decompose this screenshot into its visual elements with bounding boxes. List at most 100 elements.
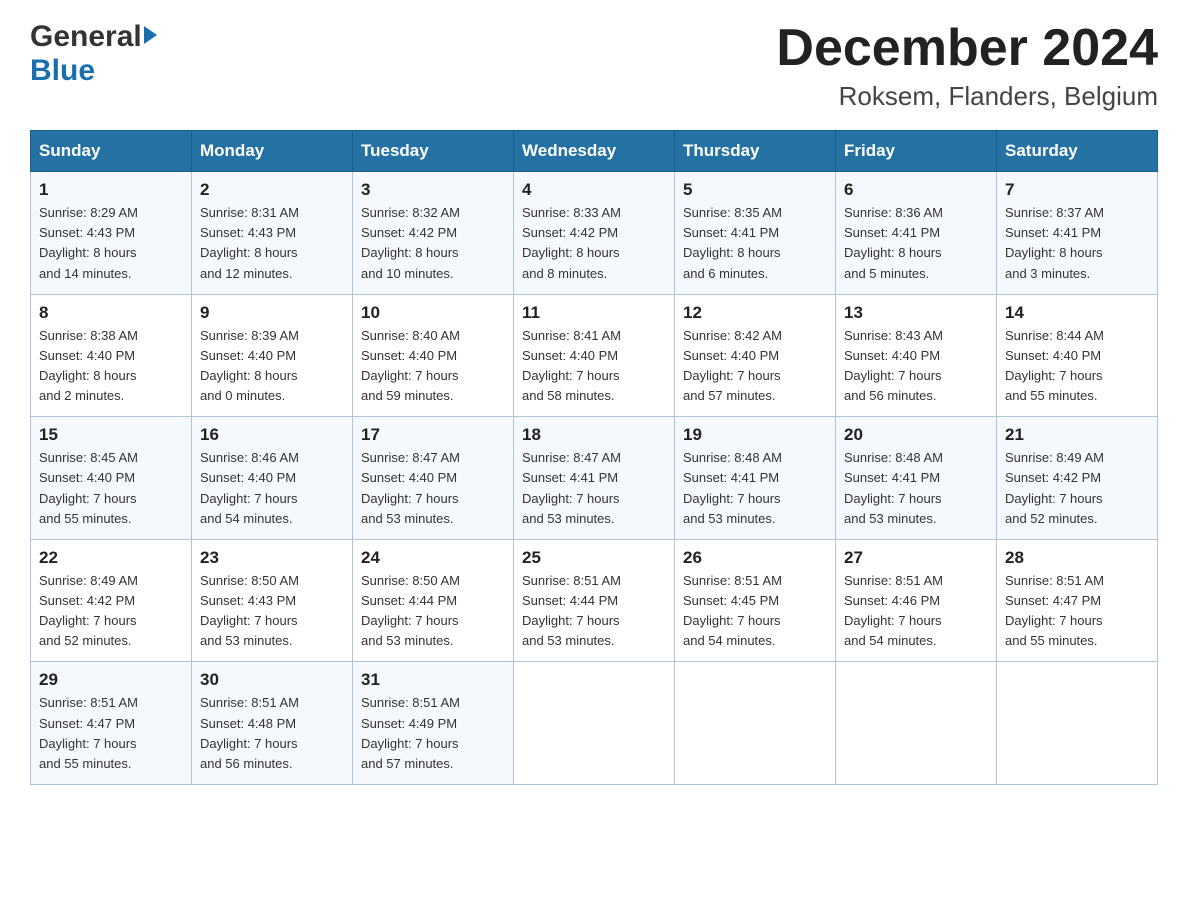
day-number: 29 [39,670,183,690]
calendar-cell: 26 Sunrise: 8:51 AMSunset: 4:45 PMDaylig… [675,539,836,662]
day-info: Sunrise: 8:49 AMSunset: 4:42 PMDaylight:… [39,573,138,648]
day-info: Sunrise: 8:32 AMSunset: 4:42 PMDaylight:… [361,205,460,280]
day-info: Sunrise: 8:36 AMSunset: 4:41 PMDaylight:… [844,205,943,280]
day-number: 14 [1005,303,1149,323]
day-number: 2 [200,180,344,200]
calendar-cell: 28 Sunrise: 8:51 AMSunset: 4:47 PMDaylig… [997,539,1158,662]
day-number: 26 [683,548,827,568]
calendar-cell: 8 Sunrise: 8:38 AMSunset: 4:40 PMDayligh… [31,294,192,417]
day-info: Sunrise: 8:39 AMSunset: 4:40 PMDaylight:… [200,328,299,403]
day-info: Sunrise: 8:51 AMSunset: 4:47 PMDaylight:… [1005,573,1104,648]
day-info: Sunrise: 8:51 AMSunset: 4:49 PMDaylight:… [361,695,460,770]
day-info: Sunrise: 8:38 AMSunset: 4:40 PMDaylight:… [39,328,138,403]
day-number: 20 [844,425,988,445]
calendar-table: SundayMondayTuesdayWednesdayThursdayFrid… [30,130,1158,785]
day-number: 16 [200,425,344,445]
day-number: 4 [522,180,666,200]
day-number: 12 [683,303,827,323]
day-info: Sunrise: 8:47 AMSunset: 4:40 PMDaylight:… [361,450,460,525]
day-info: Sunrise: 8:51 AMSunset: 4:45 PMDaylight:… [683,573,782,648]
day-info: Sunrise: 8:50 AMSunset: 4:43 PMDaylight:… [200,573,299,648]
day-info: Sunrise: 8:43 AMSunset: 4:40 PMDaylight:… [844,328,943,403]
calendar-week-row: 29 Sunrise: 8:51 AMSunset: 4:47 PMDaylig… [31,662,1158,785]
day-info: Sunrise: 8:46 AMSunset: 4:40 PMDaylight:… [200,450,299,525]
day-info: Sunrise: 8:45 AMSunset: 4:40 PMDaylight:… [39,450,138,525]
calendar-cell [675,662,836,785]
calendar-cell: 7 Sunrise: 8:37 AMSunset: 4:41 PMDayligh… [997,172,1158,295]
page-header: General Blue December 2024 Roksem, Fland… [30,20,1158,112]
calendar-cell: 18 Sunrise: 8:47 AMSunset: 4:41 PMDaylig… [514,417,675,540]
day-number: 6 [844,180,988,200]
day-number: 27 [844,548,988,568]
calendar-cell: 22 Sunrise: 8:49 AMSunset: 4:42 PMDaylig… [31,539,192,662]
day-number: 21 [1005,425,1149,445]
day-number: 17 [361,425,505,445]
day-number: 25 [522,548,666,568]
calendar-week-row: 1 Sunrise: 8:29 AMSunset: 4:43 PMDayligh… [31,172,1158,295]
day-number: 15 [39,425,183,445]
day-number: 9 [200,303,344,323]
calendar-cell: 16 Sunrise: 8:46 AMSunset: 4:40 PMDaylig… [192,417,353,540]
day-number: 30 [200,670,344,690]
day-info: Sunrise: 8:51 AMSunset: 4:44 PMDaylight:… [522,573,621,648]
day-number: 22 [39,548,183,568]
day-info: Sunrise: 8:31 AMSunset: 4:43 PMDaylight:… [200,205,299,280]
calendar-cell: 5 Sunrise: 8:35 AMSunset: 4:41 PMDayligh… [675,172,836,295]
day-info: Sunrise: 8:51 AMSunset: 4:46 PMDaylight:… [844,573,943,648]
day-info: Sunrise: 8:51 AMSunset: 4:47 PMDaylight:… [39,695,138,770]
calendar-cell [836,662,997,785]
day-number: 28 [1005,548,1149,568]
day-of-week-header: Saturday [997,131,1158,172]
day-info: Sunrise: 8:49 AMSunset: 4:42 PMDaylight:… [1005,450,1104,525]
day-of-week-header: Monday [192,131,353,172]
day-info: Sunrise: 8:48 AMSunset: 4:41 PMDaylight:… [844,450,943,525]
day-of-week-header: Friday [836,131,997,172]
day-info: Sunrise: 8:44 AMSunset: 4:40 PMDaylight:… [1005,328,1104,403]
calendar-cell: 20 Sunrise: 8:48 AMSunset: 4:41 PMDaylig… [836,417,997,540]
day-info: Sunrise: 8:29 AMSunset: 4:43 PMDaylight:… [39,205,138,280]
day-number: 19 [683,425,827,445]
day-info: Sunrise: 8:51 AMSunset: 4:48 PMDaylight:… [200,695,299,770]
logo-blue-text: Blue [30,54,95,87]
calendar-cell [514,662,675,785]
day-number: 8 [39,303,183,323]
calendar-cell: 15 Sunrise: 8:45 AMSunset: 4:40 PMDaylig… [31,417,192,540]
day-number: 24 [361,548,505,568]
day-number: 18 [522,425,666,445]
day-number: 13 [844,303,988,323]
calendar-cell: 29 Sunrise: 8:51 AMSunset: 4:47 PMDaylig… [31,662,192,785]
calendar-cell: 1 Sunrise: 8:29 AMSunset: 4:43 PMDayligh… [31,172,192,295]
calendar-cell: 13 Sunrise: 8:43 AMSunset: 4:40 PMDaylig… [836,294,997,417]
day-of-week-header: Sunday [31,131,192,172]
calendar-cell: 24 Sunrise: 8:50 AMSunset: 4:44 PMDaylig… [353,539,514,662]
day-info: Sunrise: 8:35 AMSunset: 4:41 PMDaylight:… [683,205,782,280]
calendar-cell: 2 Sunrise: 8:31 AMSunset: 4:43 PMDayligh… [192,172,353,295]
calendar-cell: 3 Sunrise: 8:32 AMSunset: 4:42 PMDayligh… [353,172,514,295]
calendar-cell: 9 Sunrise: 8:39 AMSunset: 4:40 PMDayligh… [192,294,353,417]
month-title: December 2024 [776,20,1158,77]
day-info: Sunrise: 8:50 AMSunset: 4:44 PMDaylight:… [361,573,460,648]
day-number: 11 [522,303,666,323]
day-number: 31 [361,670,505,690]
day-of-week-header: Wednesday [514,131,675,172]
day-number: 23 [200,548,344,568]
calendar-cell: 23 Sunrise: 8:50 AMSunset: 4:43 PMDaylig… [192,539,353,662]
calendar-cell: 21 Sunrise: 8:49 AMSunset: 4:42 PMDaylig… [997,417,1158,540]
calendar-cell: 31 Sunrise: 8:51 AMSunset: 4:49 PMDaylig… [353,662,514,785]
day-number: 1 [39,180,183,200]
calendar-cell: 6 Sunrise: 8:36 AMSunset: 4:41 PMDayligh… [836,172,997,295]
calendar-week-row: 8 Sunrise: 8:38 AMSunset: 4:40 PMDayligh… [31,294,1158,417]
calendar-cell: 14 Sunrise: 8:44 AMSunset: 4:40 PMDaylig… [997,294,1158,417]
day-number: 5 [683,180,827,200]
calendar-cell: 4 Sunrise: 8:33 AMSunset: 4:42 PMDayligh… [514,172,675,295]
day-info: Sunrise: 8:47 AMSunset: 4:41 PMDaylight:… [522,450,621,525]
calendar-cell: 30 Sunrise: 8:51 AMSunset: 4:48 PMDaylig… [192,662,353,785]
day-info: Sunrise: 8:33 AMSunset: 4:42 PMDaylight:… [522,205,621,280]
day-info: Sunrise: 8:48 AMSunset: 4:41 PMDaylight:… [683,450,782,525]
title-block: December 2024 Roksem, Flanders, Belgium [776,20,1158,112]
logo-general-text: General [30,20,142,54]
logo-arrow-icon [144,26,157,44]
day-info: Sunrise: 8:41 AMSunset: 4:40 PMDaylight:… [522,328,621,403]
location-title: Roksem, Flanders, Belgium [776,81,1158,112]
calendar-cell: 12 Sunrise: 8:42 AMSunset: 4:40 PMDaylig… [675,294,836,417]
